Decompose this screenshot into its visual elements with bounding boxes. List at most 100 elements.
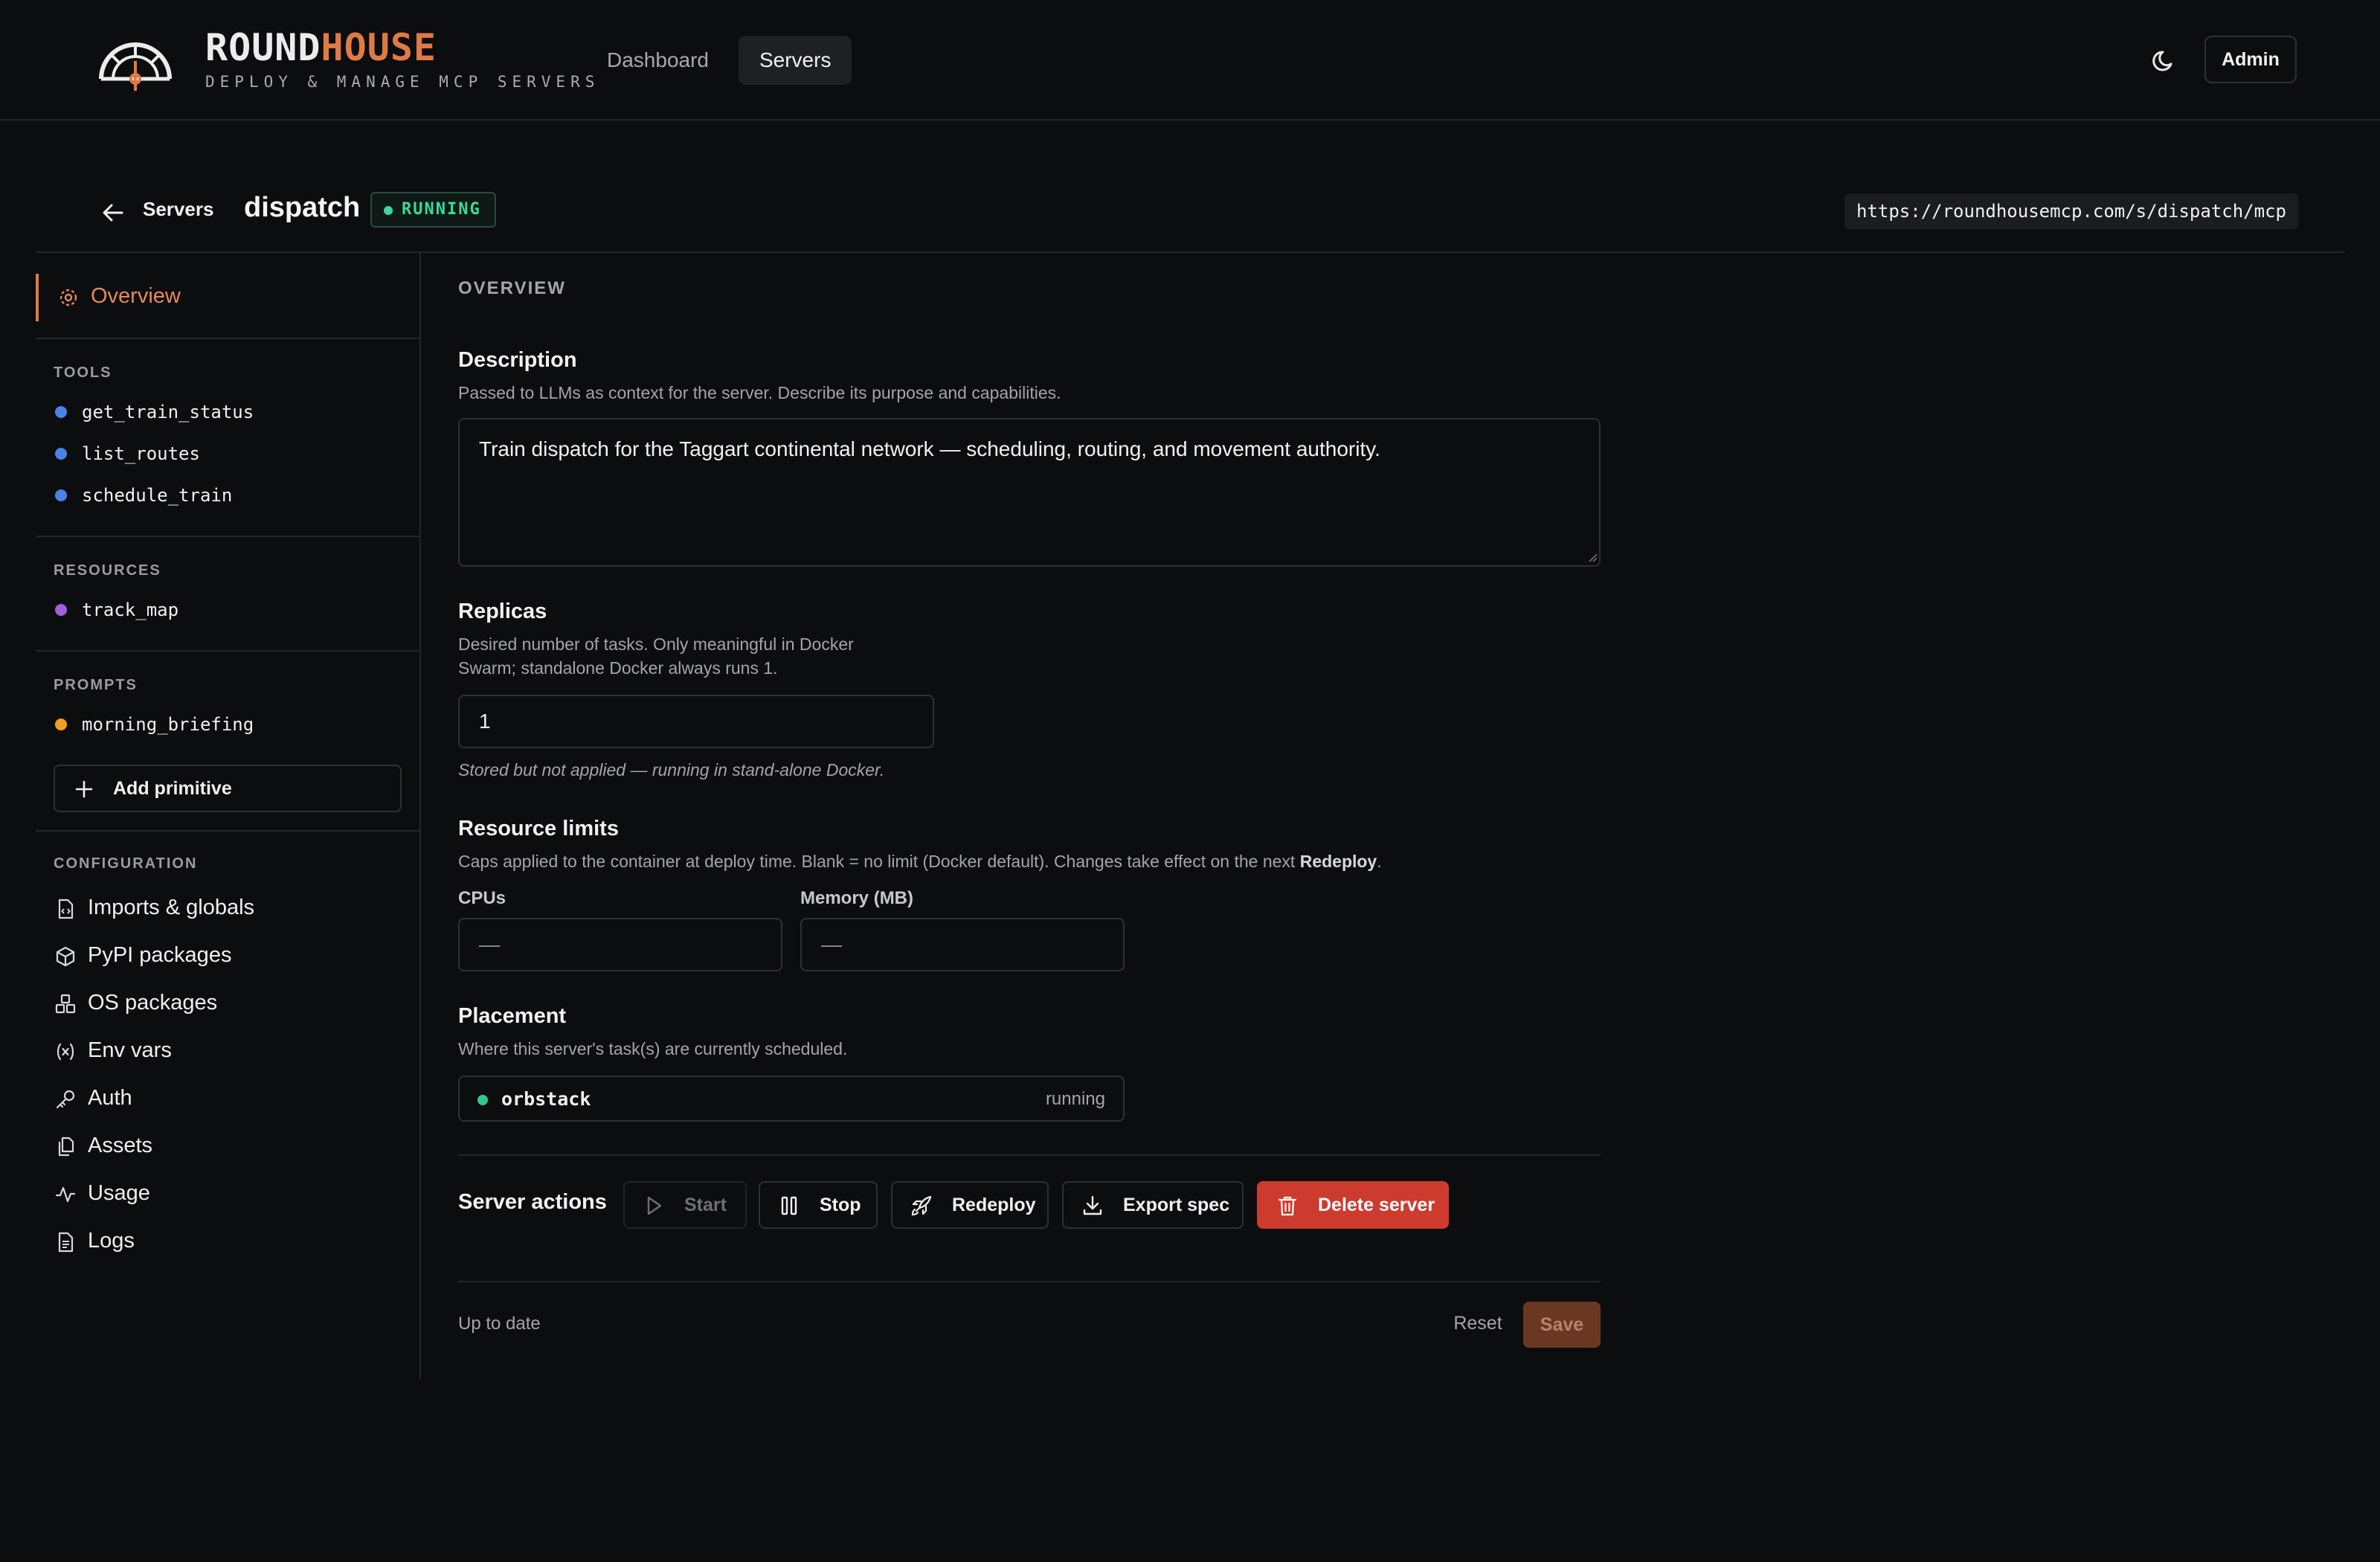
divider bbox=[36, 338, 419, 339]
sidebar-item-os-packages[interactable]: OS packages bbox=[54, 986, 403, 1022]
breadcrumb-servers[interactable]: Servers bbox=[143, 198, 213, 221]
tool-item[interactable]: get_train_status bbox=[55, 397, 254, 427]
redeploy-button[interactable]: Redeploy bbox=[891, 1181, 1049, 1229]
sidebar-item-label: Auth bbox=[88, 1086, 132, 1110]
brand-tagline: DEPLOY & MANAGE MCP SERVERS bbox=[205, 73, 600, 91]
placement-title: Placement bbox=[458, 1004, 567, 1028]
file-code-icon bbox=[58, 899, 74, 919]
replicas-help-line2: Swarm; standalone Docker always runs 1. bbox=[458, 658, 778, 678]
redeploy-label: Redeploy bbox=[952, 1195, 1036, 1215]
sidebar-item-label: OS packages bbox=[88, 991, 218, 1015]
tools-heading: TOOLS bbox=[54, 364, 112, 381]
delete-server-label: Delete server bbox=[1318, 1195, 1435, 1215]
description-textarea[interactable]: Train dispatch for the Taggart continent… bbox=[458, 418, 1601, 567]
cpus-label: CPUs bbox=[458, 888, 506, 908]
section-label: OVERVIEW bbox=[458, 278, 566, 298]
gear-icon bbox=[60, 289, 77, 306]
replicas-help-line1: Desired number of tasks. Only meaningful… bbox=[458, 634, 854, 654]
sidebar-item-assets[interactable]: Assets bbox=[54, 1129, 403, 1165]
resource-limits-title: Resource limits bbox=[458, 817, 619, 841]
prompts-heading: PROMPTS bbox=[54, 677, 138, 693]
variable-icon bbox=[57, 1043, 74, 1061]
server-title-bar: Servers dispatch RUNNING https://roundho… bbox=[0, 179, 2380, 253]
file-text-icon bbox=[58, 1232, 74, 1253]
memory-input[interactable]: — bbox=[800, 918, 1125, 971]
sidebar-item-overview[interactable]: Overview bbox=[36, 274, 419, 321]
resize-handle-icon[interactable] bbox=[1587, 552, 1598, 562]
divider bbox=[458, 1154, 1601, 1156]
rocket-icon bbox=[911, 1195, 932, 1216]
tool-name: schedule_train bbox=[82, 485, 233, 506]
sidebar-item-auth[interactable]: Auth bbox=[54, 1081, 403, 1117]
sidebar-item-label: Assets bbox=[88, 1134, 153, 1157]
cpus-input[interactable]: — bbox=[458, 918, 782, 971]
sidebar-item-usage[interactable]: Usage bbox=[54, 1177, 403, 1212]
tool-name: get_train_status bbox=[82, 402, 254, 422]
description-help: Passed to LLMs as context for the server… bbox=[458, 383, 1061, 402]
tool-dot-icon bbox=[55, 448, 67, 460]
memory-label: Memory (MB) bbox=[800, 888, 914, 908]
arrow-left-icon[interactable] bbox=[100, 199, 126, 226]
add-primitive-label: Add primitive bbox=[113, 778, 232, 799]
files-icon bbox=[58, 1137, 74, 1157]
save-status: Up to date bbox=[458, 1314, 541, 1334]
placement-node: orbstack bbox=[501, 1088, 591, 1110]
prompt-name: morning_briefing bbox=[82, 714, 254, 735]
resource-limits-help: Caps applied to the container at deploy … bbox=[458, 849, 1382, 873]
configuration-heading: CONFIGURATION bbox=[54, 855, 198, 872]
sidebar-item-label: PyPI packages bbox=[88, 943, 232, 967]
replicas-note: Stored but not applied — running in stan… bbox=[458, 760, 885, 780]
reset-button[interactable]: Reset bbox=[1444, 1305, 1511, 1342]
resource-limits-help-bold: Redeploy bbox=[1299, 852, 1377, 871]
nav-dashboard[interactable]: Dashboard bbox=[586, 36, 730, 85]
tool-name: list_routes bbox=[82, 443, 200, 464]
tool-dot-icon bbox=[55, 406, 67, 418]
start-button[interactable]: Start bbox=[623, 1181, 747, 1229]
sidebar-item-logs[interactable]: Logs bbox=[54, 1224, 403, 1260]
add-primitive-button[interactable]: Add primitive bbox=[54, 765, 402, 812]
replicas-input[interactable]: 1 bbox=[458, 695, 934, 748]
admin-button[interactable]: Admin bbox=[2204, 36, 2297, 83]
resource-item[interactable]: track_map bbox=[55, 595, 178, 625]
sidebar-item-label: Overview bbox=[91, 284, 181, 308]
placement-state: running bbox=[1045, 1089, 1105, 1109]
sidebar-item-label: Imports & globals bbox=[88, 896, 255, 919]
brand-name: ROUNDHOUSE bbox=[205, 25, 599, 70]
export-spec-button[interactable]: Export spec bbox=[1062, 1181, 1244, 1229]
plus-icon bbox=[75, 780, 93, 798]
moon-icon[interactable] bbox=[2146, 42, 2184, 79]
status-dot-icon bbox=[477, 1095, 488, 1105]
placement-row: orbstack running bbox=[458, 1076, 1125, 1122]
tool-item[interactable]: list_routes bbox=[55, 439, 200, 469]
sidebar-item-env-vars[interactable]: Env vars bbox=[54, 1034, 403, 1070]
prompt-item[interactable]: morning_briefing bbox=[55, 710, 254, 739]
activity-icon bbox=[55, 1186, 76, 1203]
stop-button[interactable]: Stop bbox=[759, 1181, 878, 1229]
divider bbox=[36, 830, 419, 832]
server-actions-title: Server actions bbox=[458, 1190, 607, 1214]
brand-name-part1: ROUND bbox=[205, 26, 321, 69]
divider bbox=[36, 650, 419, 652]
tool-item[interactable]: schedule_train bbox=[55, 481, 232, 510]
delete-server-button[interactable]: Delete server bbox=[1257, 1181, 1449, 1229]
sidebar-item-label: Usage bbox=[88, 1181, 150, 1205]
roundhouse-logo-icon[interactable] bbox=[97, 34, 174, 91]
trash-icon bbox=[1278, 1196, 1297, 1216]
save-button[interactable]: Save bbox=[1523, 1302, 1601, 1348]
package-icon bbox=[56, 946, 75, 967]
brand-name-part2: HOUSE bbox=[321, 26, 437, 69]
endpoint-url[interactable]: https://roundhousemcp.com/s/dispatch/mcp bbox=[1844, 193, 2298, 229]
sidebar: Overview TOOLS get_train_status list_rou… bbox=[36, 253, 421, 1379]
description-title: Description bbox=[458, 348, 577, 372]
sidebar-item-pypi[interactable]: PyPI packages bbox=[54, 939, 403, 974]
brand[interactable]: ROUNDHOUSE DEPLOY & MANAGE MCP SERVERS bbox=[205, 25, 599, 91]
nav-servers[interactable]: Servers bbox=[738, 36, 852, 85]
play-icon bbox=[647, 1196, 662, 1215]
download-icon bbox=[1083, 1195, 1102, 1215]
prompt-dot-icon bbox=[55, 719, 67, 730]
page-title: dispatch bbox=[244, 192, 361, 223]
resource-name: track_map bbox=[82, 600, 179, 620]
sidebar-item-imports[interactable]: Imports & globals bbox=[54, 891, 403, 927]
pause-icon bbox=[781, 1196, 797, 1215]
placement-help: Where this server's task(s) are currentl… bbox=[458, 1039, 848, 1058]
